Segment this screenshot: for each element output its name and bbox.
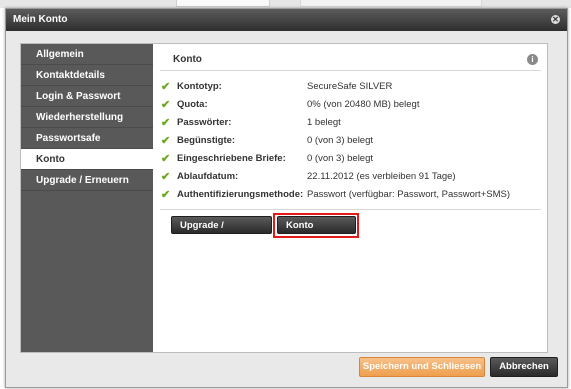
detail-label: Begünstigte: [177,135,236,146]
detail-value: 0 (von 3) belegt [307,135,374,146]
sidebar-item-kontaktdetails[interactable]: Kontaktdetails [21,65,153,86]
browser-top-strip [0,0,571,8]
dialog-titlebar: Mein Konto ✕ [6,9,567,31]
upgrade-button[interactable]: Upgrade / Erneuern [171,216,272,249]
main-panel: Konto i ✔ Kontotyp: SecureSafe SILVER ✔ … [153,44,547,352]
detail-value: 22.11.2012 (es verbleiben 91 Tage) [307,171,456,182]
cancel-button[interactable]: Abbrechen [490,357,558,377]
detail-value: 0 (von 3) belegt [307,153,374,164]
check-icon: ✔ [161,171,171,183]
info-icon[interactable]: i [527,54,538,65]
account-details: ✔ Kontotyp: SecureSafe SILVER ✔ Quota: 0… [161,79,531,205]
check-icon: ✔ [161,99,171,111]
detail-label: Authentifizierungsmethode: [177,189,304,200]
detail-label: Kontotyp: [177,81,222,92]
sidebar-item-upgrade[interactable]: Upgrade / Erneuern [21,170,153,191]
browser-tab[interactable] [176,0,270,7]
account-dialog: Mein Konto ✕ Allgemein Kontaktdetails Lo… [5,8,568,388]
check-icon: ✔ [161,189,171,201]
detail-label: Quota: [177,99,208,110]
browser-tab[interactable] [300,0,482,7]
detail-value: SecureSafe SILVER [307,81,393,92]
sidebar-item-konto[interactable]: Konto [21,149,153,170]
detail-label: Ablaufdatum: [177,171,239,182]
sidebar-item-wiederherstellung[interactable]: Wiederherstellung [21,107,153,128]
check-icon: ✔ [161,135,171,147]
sidebar-item-allgemein[interactable]: Allgemein [21,44,153,65]
highlight-box [273,213,359,238]
divider [160,209,541,210]
sidebar-item-passwortsafe[interactable]: Passwortsafe [21,128,153,149]
sidebar-item-login-passwort[interactable]: Login & Passwort [21,86,153,107]
check-icon: ✔ [161,153,171,165]
save-and-close-button[interactable]: Speichern und Schliessen [359,357,485,377]
panel-title: Konto [173,54,202,65]
divider [160,70,541,71]
close-icon[interactable]: ✕ [551,15,560,24]
detail-value: Passwort (verfügbar: Passwort, Passwort+… [307,189,510,200]
detail-row: ✔ Kontotyp: SecureSafe SILVER [161,79,531,97]
sidebar: Allgemein Kontaktdetails Login & Passwor… [21,44,153,352]
dialog-title: Mein Konto [13,14,68,25]
detail-row: ✔ Passwörter: 1 belegt [161,115,531,133]
detail-row: ✔ Quota: 0% (von 20480 MB) belegt [161,97,531,115]
check-icon: ✔ [161,81,171,93]
detail-label: Passwörter: [177,117,232,128]
detail-row: ✔ Authentifizierungsmethode: Passwort (v… [161,187,531,205]
detail-row: ✔ Eingeschriebene Briefe: 0 (von 3) bele… [161,151,531,169]
content-frame: Allgemein Kontaktdetails Login & Passwor… [20,43,548,353]
check-icon: ✔ [161,117,171,129]
detail-value: 0% (von 20480 MB) belegt [307,99,420,110]
detail-label: Eingeschriebene Briefe: [177,153,286,164]
detail-value: 1 belegt [307,117,341,128]
detail-row: ✔ Ablaufdatum: 22.11.2012 (es verbleiben… [161,169,531,187]
detail-row: ✔ Begünstigte: 0 (von 3) belegt [161,133,531,151]
